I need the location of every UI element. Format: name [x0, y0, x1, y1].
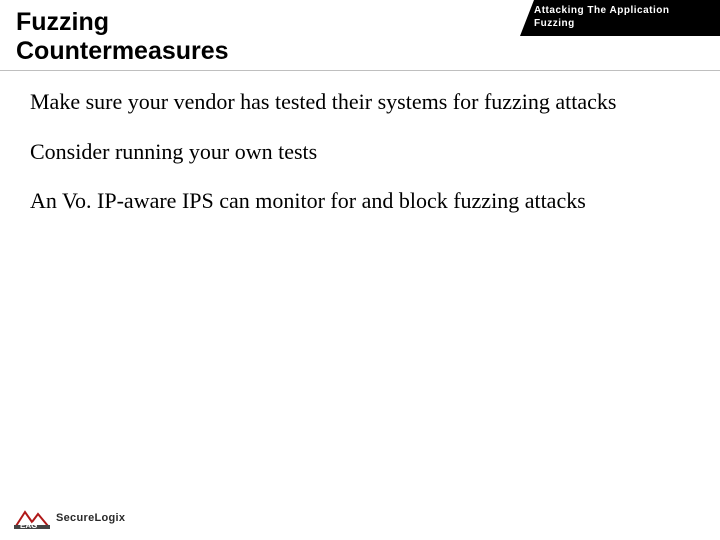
logo-brand: SecureLogix [56, 512, 125, 524]
section-tab-line1: Attacking The Application [534, 4, 714, 17]
footer-logo: EAG SecureLogix [14, 508, 125, 530]
section-tab: Attacking The Application Fuzzing [520, 0, 720, 36]
section-tab-line2: Fuzzing [534, 17, 714, 30]
logo-icon: EAG [14, 508, 50, 530]
bullet-item: Consider running your own tests [30, 138, 700, 166]
bullet-item: An Vo. IP-aware IPS can monitor for and … [30, 187, 700, 215]
bullet-item: Make sure your vendor has tested their s… [30, 88, 700, 116]
logo-text: SecureLogix [56, 513, 125, 525]
slide-title-line2: Countermeasures [16, 37, 396, 66]
slide-title: Fuzzing Countermeasures [16, 8, 396, 66]
slide-body: Make sure your vendor has tested their s… [30, 88, 700, 237]
header-divider [0, 70, 720, 71]
svg-text:EAG: EAG [20, 521, 37, 530]
slide-title-line1: Fuzzing [16, 8, 396, 37]
